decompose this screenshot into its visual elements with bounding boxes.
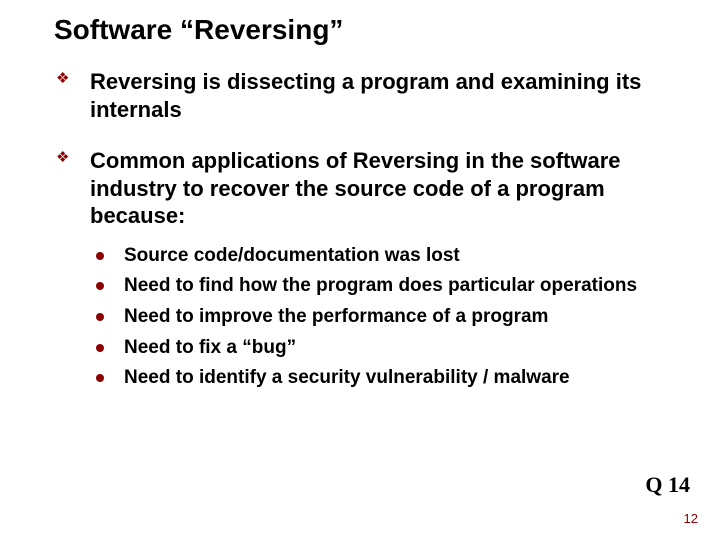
sub-bullet-item: Need to find how the program does partic… bbox=[90, 274, 692, 299]
bullet-text: Common applications of Reversing in the … bbox=[90, 148, 621, 228]
page-number: 12 bbox=[684, 511, 698, 526]
sub-bullet-item: Need to fix a “bug” bbox=[90, 336, 692, 361]
question-label: Q 14 bbox=[645, 472, 690, 498]
bullet-list: Reversing is dissecting a program and ex… bbox=[54, 68, 692, 391]
bullet-item: Common applications of Reversing in the … bbox=[54, 147, 692, 391]
bullet-item: Reversing is dissecting a program and ex… bbox=[54, 68, 692, 123]
sub-bullet-list: Source code/documentation was lost Need … bbox=[90, 244, 692, 391]
slide-title: Software “Reversing” bbox=[54, 14, 692, 46]
sub-bullet-item: Need to identify a security vulnerabilit… bbox=[90, 366, 692, 391]
sub-bullet-item: Need to improve the performance of a pro… bbox=[90, 305, 692, 330]
slide: Software “Reversing” Reversing is dissec… bbox=[0, 0, 720, 540]
bullet-text: Reversing is dissecting a program and ex… bbox=[90, 69, 641, 122]
sub-bullet-item: Source code/documentation was lost bbox=[90, 244, 692, 269]
